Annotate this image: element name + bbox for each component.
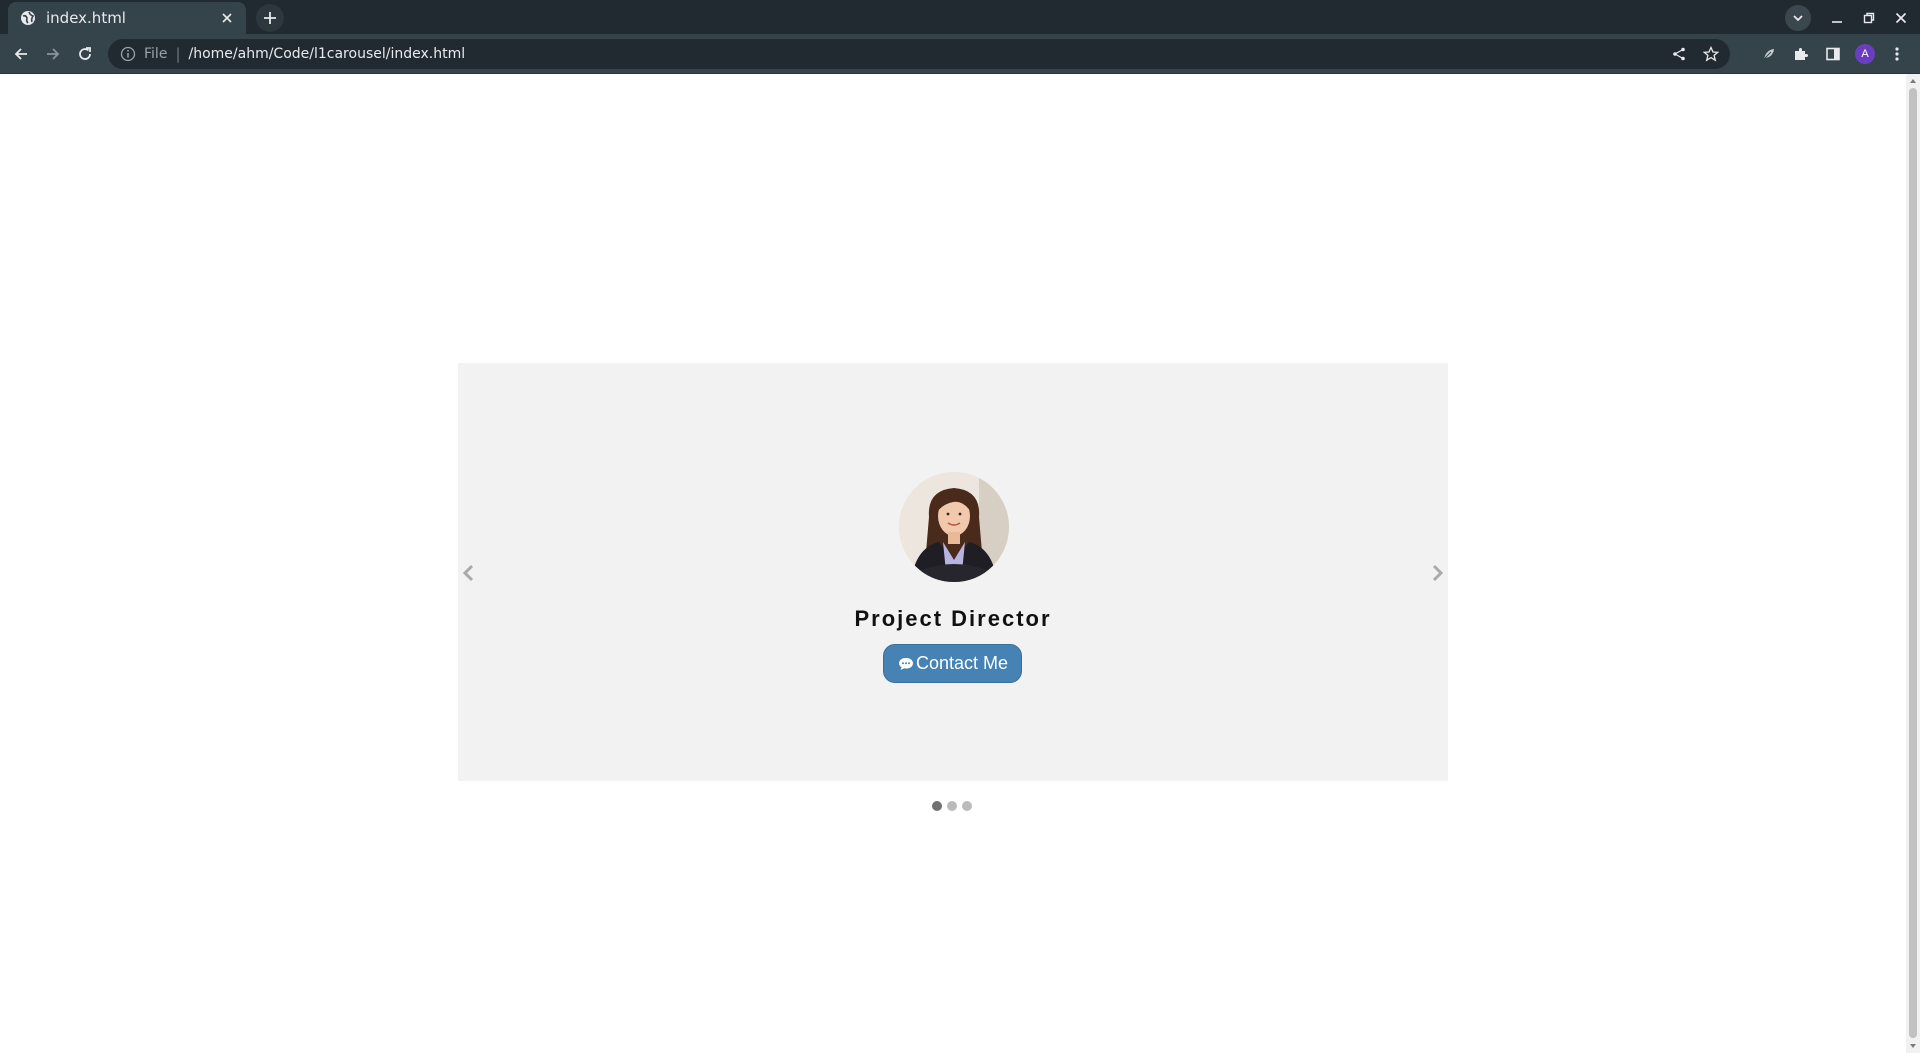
chat-bubble-icon [897, 656, 915, 672]
vertical-scrollbar[interactable] [1906, 74, 1920, 1053]
close-tab-icon[interactable] [218, 9, 236, 27]
scheme-separator: | [175, 45, 181, 63]
close-window-button[interactable] [1888, 5, 1914, 31]
globe-icon [20, 10, 36, 26]
minimize-icon [1832, 21, 1842, 23]
carousel-slide: Project Director Contact Me [458, 363, 1448, 781]
reload-button[interactable] [72, 41, 98, 67]
bookmark-star-icon[interactable] [1700, 43, 1722, 65]
carousel-indicators [932, 801, 972, 811]
tab-index-html[interactable]: index.html [8, 2, 246, 34]
page-viewport: Project Director Contact Me [0, 74, 1906, 1053]
close-icon [1895, 12, 1907, 24]
scrollbar-thumb[interactable] [1909, 88, 1917, 1038]
contact-me-button[interactable]: Contact Me [883, 644, 1022, 683]
tab-search-button[interactable] [1785, 5, 1811, 31]
carousel-dot-2[interactable] [947, 801, 957, 811]
profile-photo [899, 472, 1009, 582]
avatar: A [1855, 44, 1875, 64]
extensions-puzzle-icon[interactable] [1788, 41, 1814, 67]
restore-icon [1863, 12, 1875, 24]
arrow-right-icon [47, 48, 60, 60]
scroll-up-icon [1910, 79, 1916, 83]
site-info-icon[interactable] [120, 46, 136, 62]
reload-icon [79, 47, 91, 60]
scroll-down-icon [1910, 1044, 1916, 1048]
contact-me-label: Contact Me [915, 653, 1009, 673]
carousel-dot-3[interactable] [962, 801, 972, 811]
tab-title: index.html [46, 9, 126, 27]
back-button[interactable] [8, 41, 34, 67]
chevron-down-icon [1793, 15, 1803, 22]
testimonial-carousel: Project Director Contact Me [458, 363, 1448, 811]
arrow-left-icon [14, 48, 27, 60]
minimize-button[interactable] [1824, 5, 1850, 31]
profile-button[interactable]: A [1852, 41, 1878, 67]
share-icon[interactable] [1668, 43, 1690, 65]
plus-icon [264, 12, 276, 24]
forward-button[interactable] [40, 41, 66, 67]
carousel-dot-1[interactable] [932, 801, 942, 811]
extension-feather-icon[interactable] [1756, 41, 1782, 67]
new-tab-button[interactable] [256, 4, 284, 32]
restore-button[interactable] [1856, 5, 1882, 31]
slide-role-title: Project Director [854, 606, 1052, 631]
side-panel-icon[interactable] [1820, 41, 1846, 67]
tab-strip: index.html [0, 0, 1920, 34]
browser-toolbar: File | /home/ahm/Code/l1carousel/index.h… [0, 34, 1920, 74]
scheme-label: File [144, 46, 168, 62]
url-text[interactable]: /home/ahm/Code/l1carousel/index.html [189, 46, 466, 62]
menu-kebab-icon[interactable] [1884, 41, 1910, 67]
address-bar[interactable]: File | /home/ahm/Code/l1carousel/index.h… [108, 39, 1730, 69]
